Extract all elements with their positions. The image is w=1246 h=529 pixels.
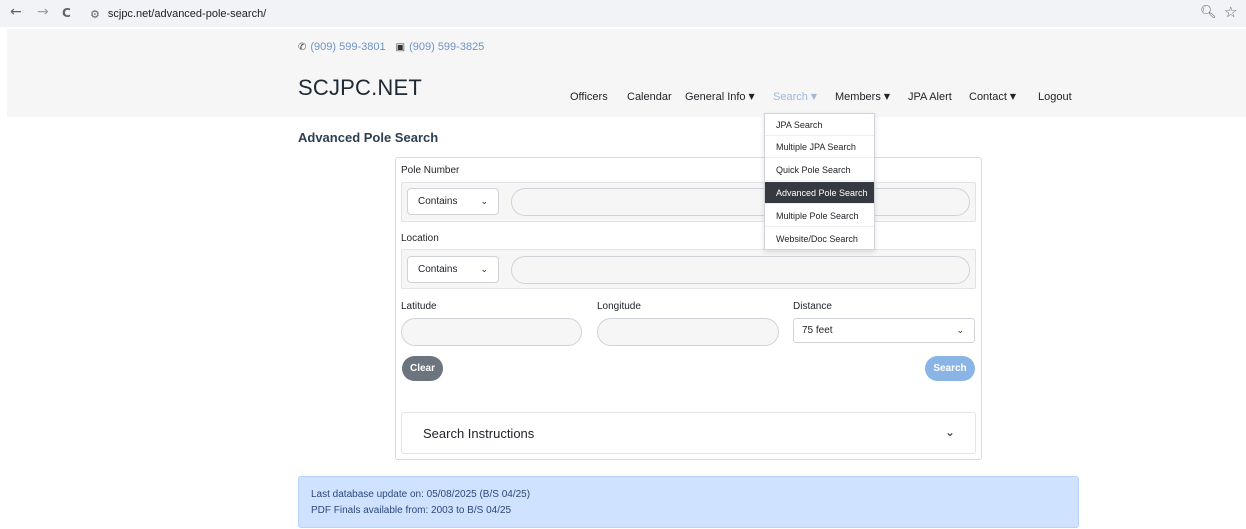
chevron-down-icon: ⌄ — [944, 425, 955, 439]
menu-item-multiple-jpa-search[interactable]: Multiple JPA Search — [765, 136, 874, 158]
contact-phones: ✆ (909) 599-3801 ▣ (909) 599-3825 — [298, 41, 484, 53]
latitude-label: Latitude — [401, 301, 437, 312]
location-operator-value: Contains — [418, 264, 458, 275]
phone-icon: ✆ — [298, 41, 307, 53]
nav-jpa-alert[interactable]: JPA Alert — [908, 91, 952, 103]
phone-number[interactable]: (909) 599-3801 — [310, 41, 385, 53]
location-group: Contains ⌄ — [401, 249, 976, 289]
distance-label: Distance — [793, 301, 832, 312]
fax-number[interactable]: (909) 599-3825 — [409, 41, 484, 53]
nav-general-info-label: General Info — [685, 91, 746, 103]
nav-logout[interactable]: Logout — [1038, 91, 1072, 103]
location-input[interactable] — [511, 256, 970, 284]
search-form-card: Pole Number Contains ⌄ Location Contains… — [395, 157, 982, 460]
distance-select[interactable]: 75 feet ⌄ — [793, 318, 975, 343]
location-operator-select[interactable]: Contains ⌄ — [407, 256, 499, 283]
url-text: scjpc.net/advanced-pole-search/ — [107, 8, 267, 20]
distance-value: 75 feet — [802, 325, 833, 336]
browser-toolbar: ← → C ⚙ scjpc.net/advanced-pole-search/ … — [0, 0, 1246, 27]
menu-item-jpa-search[interactable]: JPA Search — [765, 114, 874, 136]
chevron-down-icon: ▼ — [1009, 92, 1017, 101]
longitude-input[interactable] — [597, 318, 779, 346]
chevron-down-icon: ▼ — [810, 92, 818, 101]
latitude-input[interactable] — [401, 318, 582, 346]
star-icon[interactable]: ☆ — [1224, 3, 1237, 21]
back-icon[interactable]: ← — [10, 4, 22, 20]
site-header — [7, 29, 1246, 117]
search-dropdown-menu: JPA Search Multiple JPA Search Quick Pol… — [764, 113, 875, 250]
nav-general-info[interactable]: General Info ▼ — [685, 91, 755, 103]
database-info-alert: Last database update on: 05/08/2025 (B/S… — [298, 476, 1079, 528]
pdf-finals-text: PDF Finals available from: 2003 to B/S 0… — [311, 505, 512, 516]
tune-icon[interactable]: ⚙ — [90, 8, 100, 21]
zoom-icon[interactable]: 🔍︎ — [1200, 5, 1217, 20]
clear-button[interactable]: Clear — [402, 356, 443, 381]
chevron-down-icon: ▼ — [748, 92, 755, 101]
menu-item-multiple-pole-search[interactable]: Multiple Pole Search — [765, 205, 874, 227]
chevron-down-icon: ⌄ — [956, 325, 964, 336]
chevron-down-icon: ▼ — [883, 92, 890, 101]
chevron-down-icon: ⌄ — [480, 196, 488, 207]
menu-item-quick-pole-search[interactable]: Quick Pole Search — [765, 159, 874, 181]
nav-contact[interactable]: Contact ▼ — [969, 91, 1016, 103]
site-logo[interactable]: SCJPC.NET — [298, 75, 422, 101]
chevron-down-icon: ⌄ — [480, 264, 488, 275]
menu-item-advanced-pole-search[interactable]: Advanced Pole Search — [765, 182, 874, 204]
location-label: Location — [401, 233, 439, 244]
nav-officers[interactable]: Officers — [570, 91, 608, 103]
menu-item-website-doc-search[interactable]: Website/Doc Search — [765, 228, 874, 250]
page-title: Advanced Pole Search — [298, 130, 439, 145]
nav-search-label: Search — [773, 91, 808, 103]
nav-members[interactable]: Members ▼ — [835, 91, 890, 103]
nav-search[interactable]: Search ▼ — [773, 91, 817, 103]
pole-number-label: Pole Number — [401, 165, 460, 176]
reload-icon[interactable]: C — [62, 6, 71, 20]
pole-number-operator-select[interactable]: Contains ⌄ — [407, 188, 499, 215]
pole-number-group: Contains ⌄ — [401, 182, 976, 222]
search-button[interactable]: Search — [925, 356, 975, 381]
pole-number-operator-value: Contains — [418, 196, 458, 207]
pole-number-input[interactable] — [511, 188, 970, 216]
nav-contact-label: Contact — [969, 91, 1007, 103]
forward-icon[interactable]: → — [37, 4, 49, 20]
search-instructions-title: Search Instructions — [423, 426, 535, 441]
last-update-text: Last database update on: 05/08/2025 (B/S… — [311, 489, 531, 500]
address-bar[interactable]: ⚙ scjpc.net/advanced-pole-search/ — [86, 3, 1242, 25]
nav-calendar[interactable]: Calendar — [627, 91, 672, 103]
nav-members-label: Members — [835, 91, 881, 103]
fax-icon: ▣ — [395, 41, 406, 53]
search-instructions-accordion[interactable]: Search Instructions ⌄ — [401, 412, 976, 454]
longitude-label: Longitude — [597, 301, 641, 312]
